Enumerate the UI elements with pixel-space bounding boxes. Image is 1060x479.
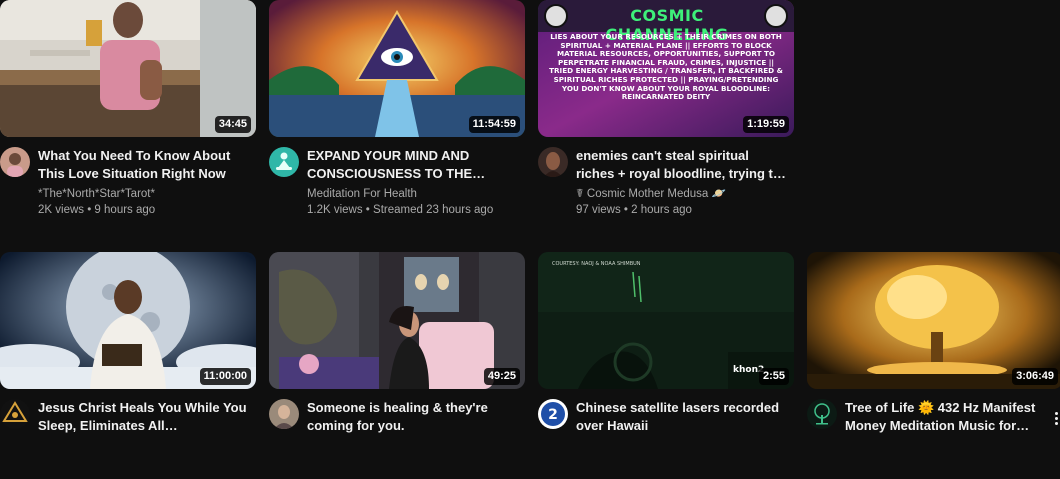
- video-thumbnail[interactable]: COURTESY: NAOJ & NOAA SHIMBUN khon2 2:55: [538, 252, 794, 389]
- woman-portrait-avatar[interactable]: [538, 147, 568, 177]
- channel-name[interactable]: *The*North*Star*Tarot*: [38, 186, 248, 202]
- gold-emblem-avatar[interactable]: [0, 399, 30, 429]
- svg-text:2: 2: [548, 407, 558, 423]
- video-title[interactable]: Tree of Life 🌞 432 Hz Manifest Money Med…: [845, 399, 1055, 435]
- khon2-logo-avatar[interactable]: 2: [538, 399, 568, 429]
- video-thumbnail[interactable]: 11:00:00: [0, 252, 256, 389]
- more-vert-icon[interactable]: [1053, 410, 1059, 428]
- video-card[interactable]: 34:45 What You Need To Know About This L…: [0, 0, 256, 227]
- channel-name[interactable]: ☤ Cosmic Mother Medusa 🪐: [576, 186, 786, 202]
- video-card[interactable]: 3:06:49 Tree of Life 🌞 432 Hz Manifest M…: [807, 252, 1060, 479]
- tree-emblem-avatar[interactable]: [807, 399, 837, 429]
- video-card[interactable]: 49:25 Someone is healing & they're comin…: [269, 252, 525, 479]
- duration-badge: 3:06:49: [1012, 368, 1058, 385]
- video-card[interactable]: COSMIC CHANNELING LIES ABOUT YOUR RESOUR…: [538, 0, 794, 227]
- video-title[interactable]: EXPAND YOUR MIND AND CONSCIOUSNESS TO TH…: [307, 147, 517, 183]
- thumbnail-caption: COURTESY: NAOJ & NOAA SHIMBUN: [552, 261, 641, 267]
- duration-badge: 1:19:59: [743, 116, 789, 133]
- video-title[interactable]: Chinese satellite lasers recorded over H…: [576, 399, 786, 435]
- video-card[interactable]: 11:00:00 Jesus Christ Heals You While Yo…: [0, 252, 256, 479]
- video-card[interactable]: COURTESY: NAOJ & NOAA SHIMBUN khon2 2:55…: [538, 252, 794, 479]
- video-stats: 2K views • 9 hours ago: [38, 204, 156, 216]
- duration-badge: 2:55: [758, 368, 789, 385]
- video-thumbnail[interactable]: COSMIC CHANNELING LIES ABOUT YOUR RESOUR…: [538, 0, 794, 137]
- video-stats: 97 views • 2 hours ago: [576, 204, 692, 216]
- video-stats: 1.2K views • Streamed 23 hours ago: [307, 204, 494, 216]
- duration-badge: 11:00:00: [199, 368, 251, 385]
- tarot-reader-avatar[interactable]: [0, 147, 30, 177]
- duration-badge: 49:25: [483, 368, 520, 385]
- video-card[interactable]: 11:54:59 EXPAND YOUR MIND AND CONSCIOUSN…: [269, 0, 525, 227]
- video-title[interactable]: Someone is healing & they're coming for …: [307, 399, 517, 435]
- video-title[interactable]: enemies can't steal spiritual riches + r…: [576, 147, 786, 183]
- duration-badge: 34:45: [214, 116, 251, 133]
- video-thumbnail[interactable]: 3:06:49: [807, 252, 1060, 389]
- video-thumbnail[interactable]: 11:54:59: [269, 0, 525, 137]
- video-title[interactable]: Jesus Christ Heals You While You Sleep, …: [38, 399, 248, 435]
- meditation-figure-avatar[interactable]: [269, 147, 299, 177]
- duration-badge: 11:54:59: [468, 116, 520, 133]
- channel-name[interactable]: Meditation For Health: [307, 186, 517, 202]
- video-thumbnail[interactable]: 34:45: [0, 0, 256, 137]
- video-title[interactable]: What You Need To Know About This Love Si…: [38, 147, 248, 183]
- woman-avatar[interactable]: [269, 399, 299, 429]
- thumbnail-body-text: LIES ABOUT YOUR RESOURCES + THEIR CRIMES…: [549, 32, 783, 102]
- video-thumbnail[interactable]: 49:25: [269, 252, 525, 389]
